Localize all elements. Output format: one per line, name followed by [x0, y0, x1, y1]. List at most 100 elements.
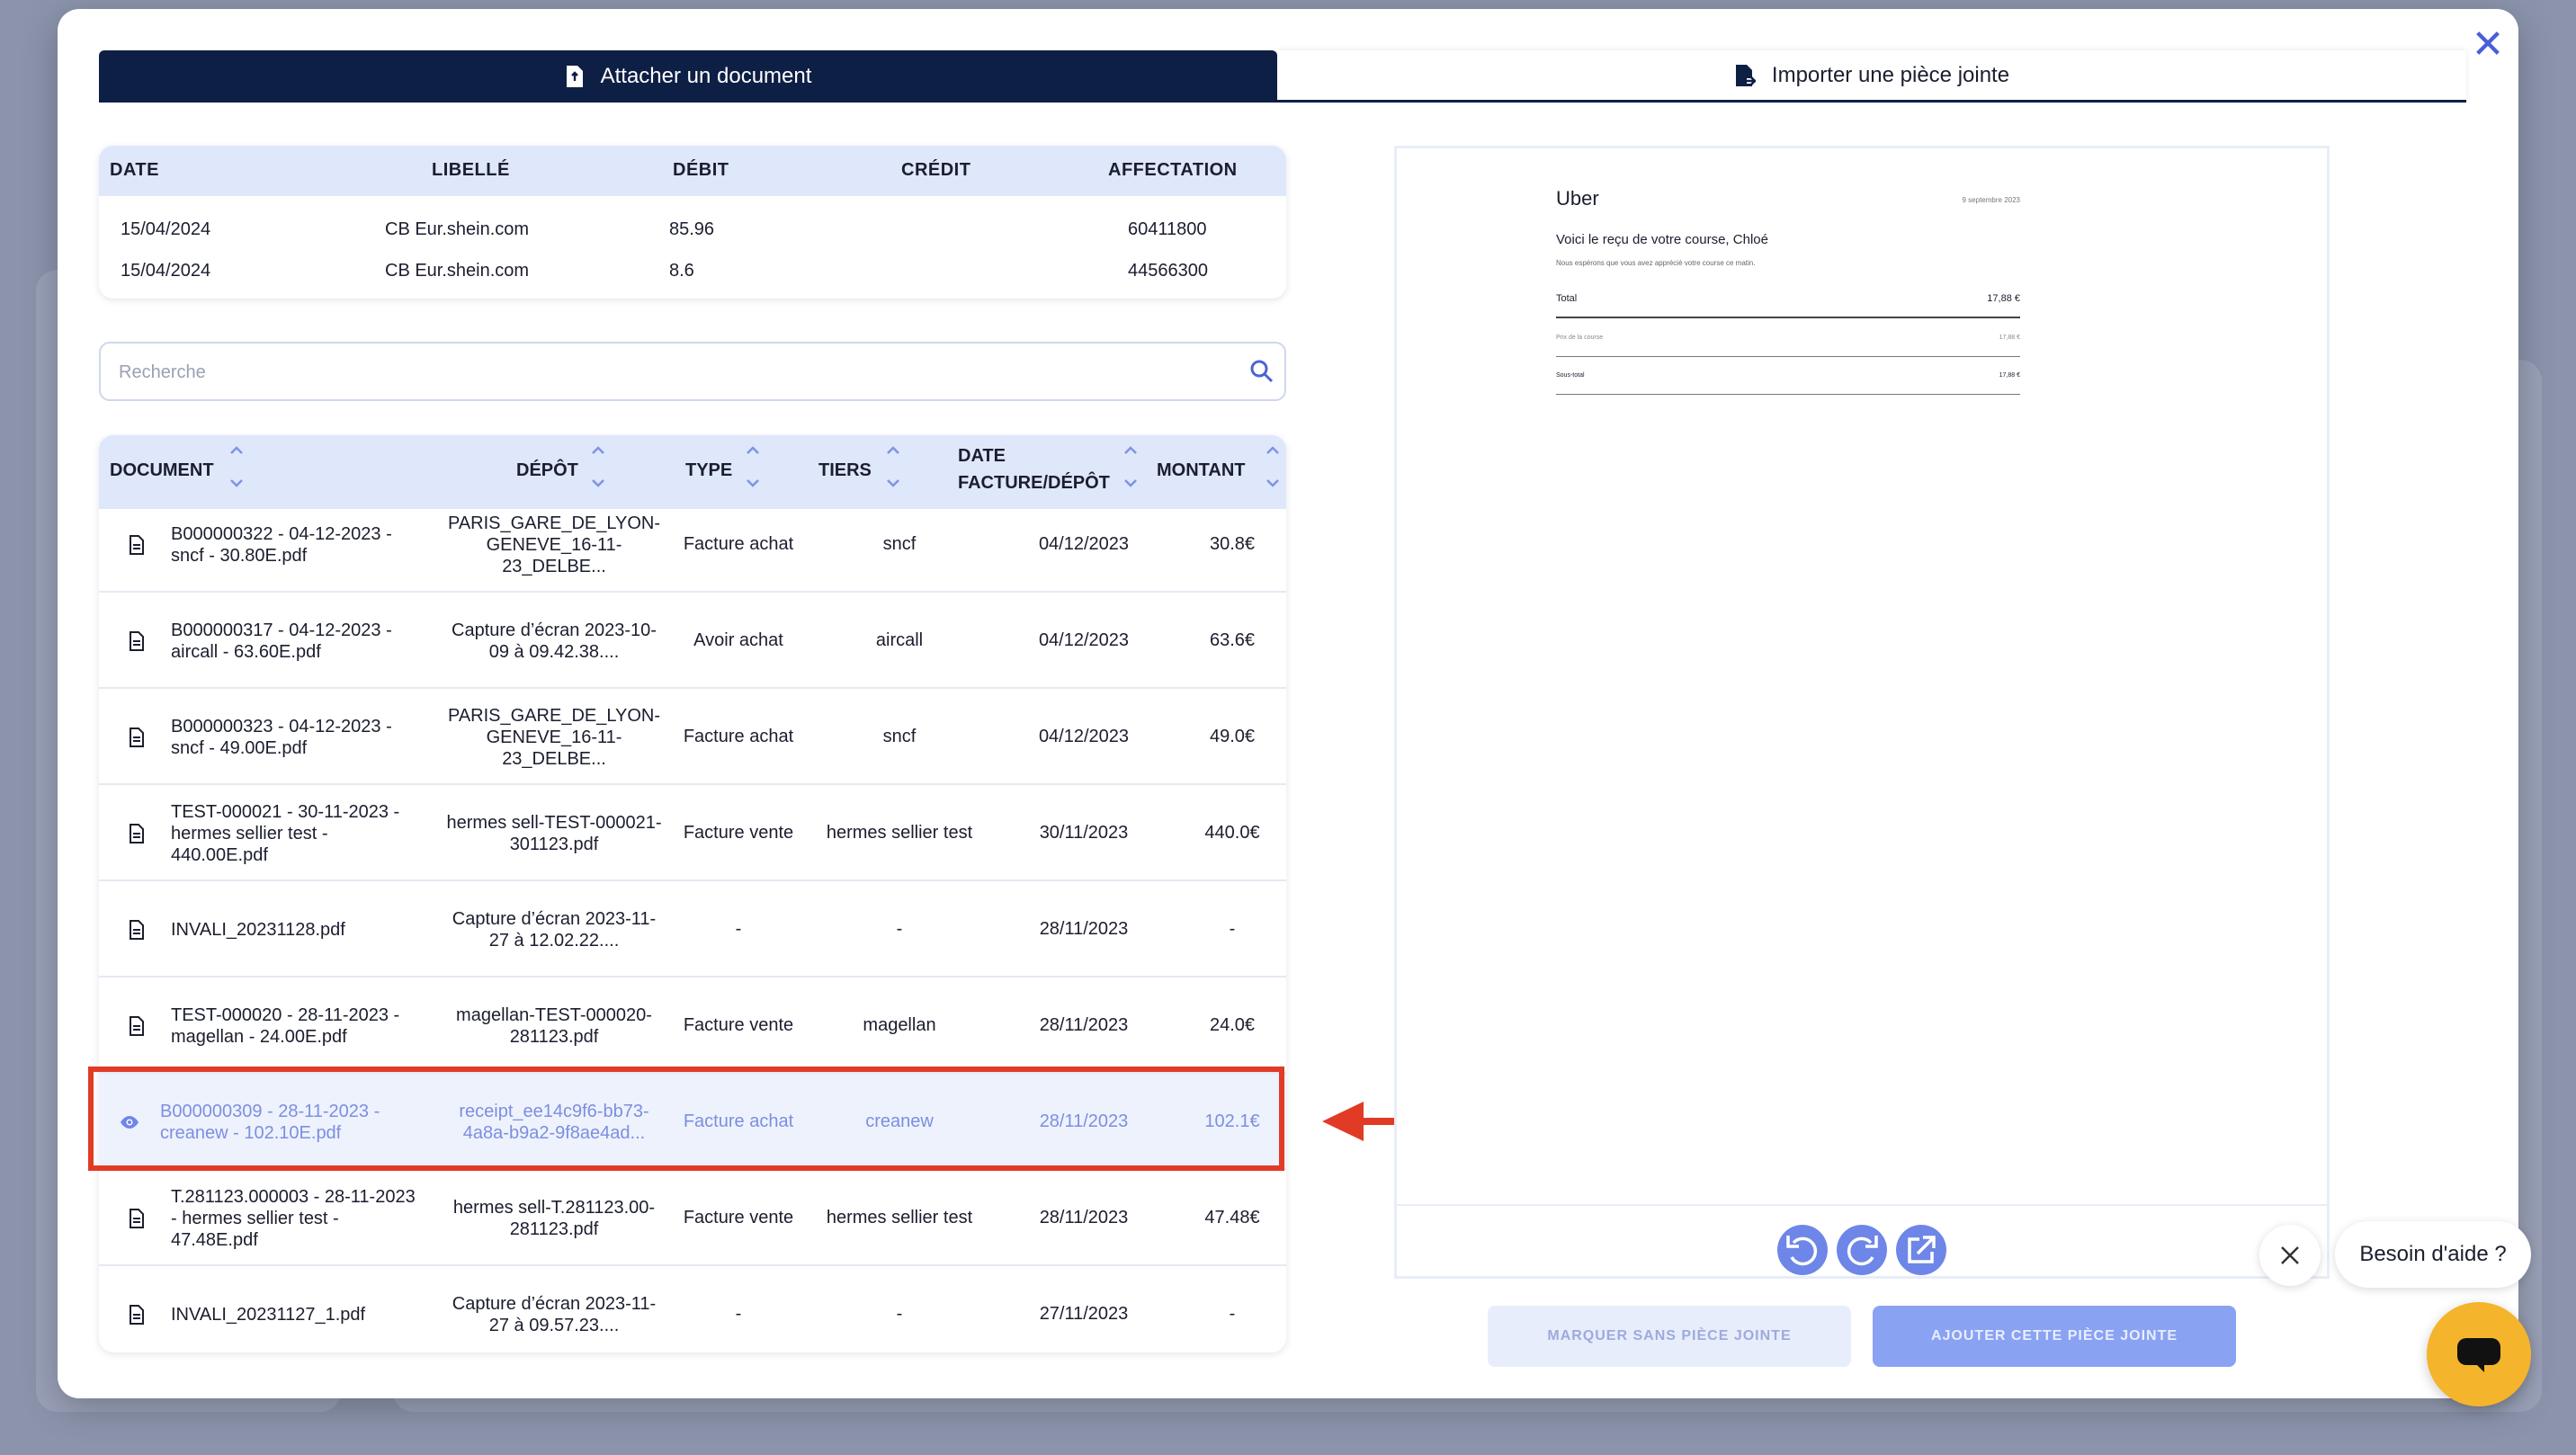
document-date: 04/12/2023: [1038, 630, 1130, 650]
transaction-table: DATE LIBELLÉ DÉBIT CRÉDIT AFFECTATION 15…: [99, 146, 1286, 299]
chat-button[interactable]: [2427, 1302, 2531, 1406]
sort-icon[interactable]: [885, 444, 901, 489]
document-name: T.281123.000003 - 28-11-2023 - hermes sel…: [171, 1186, 441, 1251]
document-type: Avoir achat: [693, 630, 783, 650]
selected-row-highlight: [88, 1067, 1284, 1171]
document-amount: 49.0€: [1209, 727, 1256, 746]
document-type: Facture vente: [683, 1208, 794, 1227]
document-icon: [130, 631, 144, 651]
mark-without-attachment-button[interactable]: MARQUER SANS PIÈCE JOINTE: [1488, 1306, 1851, 1367]
document-name-line: B000000317 - 04-12-2023 -: [171, 620, 392, 640]
depot-name-line: hermes sell-TEST-000021-: [446, 813, 662, 833]
receipt-line1-value: 17,88 €: [1999, 335, 2020, 341]
col-depot[interactable]: DÉPÔT: [516, 460, 578, 481]
document-name-line: 440.00E.pdf: [171, 845, 268, 865]
sort-icon[interactable]: [228, 444, 245, 489]
sort-icon[interactable]: [1265, 444, 1281, 489]
receipt-title: Voici le reçu de votre course, Chloé: [1556, 232, 1768, 247]
depot-name: magellan-TEST-000020- 281123.pdf: [437, 1004, 671, 1048]
document-name-line: hermes sellier test -: [171, 824, 328, 844]
rotate-left-button[interactable]: [1777, 1225, 1828, 1275]
col-date-line2[interactable]: FACTURE/DÉPÔT: [958, 473, 1110, 494]
rotate-right-button[interactable]: [1837, 1225, 1887, 1275]
tab-attach-label: Attacher un document: [600, 64, 812, 88]
sort-icon[interactable]: [590, 444, 606, 489]
document-amount: -: [1229, 1304, 1236, 1324]
tx-debit: 85.96: [669, 219, 715, 239]
document-icon: [130, 728, 144, 747]
col-montant[interactable]: MONTANT: [1157, 460, 1246, 481]
document-date: 30/11/2023: [1039, 823, 1129, 843]
receipt-total-value: 17,88 €: [1987, 293, 2020, 304]
document-tiers: sncf: [882, 534, 917, 554]
document-amount: 440.0€: [1204, 823, 1260, 843]
table-row[interactable]: TEST-000021 - 30-11-2023 - hermes sellier…: [99, 785, 1286, 881]
table-row[interactable]: TEST-000020 - 28-11-2023 - magellan - 24.…: [99, 977, 1286, 1074]
search-input[interactable]: [117, 354, 1200, 390]
col-affectation: AFFECTATION: [1108, 160, 1238, 180]
col-document[interactable]: DOCUMENT: [110, 460, 214, 481]
depot-name-line: 27 à 12.02.22....: [488, 931, 620, 951]
document-type: -: [735, 1304, 742, 1324]
add-attachment-button[interactable]: AJOUTER CETTE PIÈCE JOINTE: [1873, 1306, 2236, 1367]
table-row[interactable]: INVALI_20231127_1.pdf Capture d’écran 202…: [99, 1266, 1286, 1352]
col-type[interactable]: TYPE: [685, 460, 732, 481]
col-tiers[interactable]: TIERS: [818, 460, 872, 481]
document-tiers: -: [896, 919, 903, 939]
tx-date: 15/04/2024: [121, 261, 211, 281]
documents-table: DOCUMENT DÉPÔT TYPE TIERS DATE FACTURE/D…: [99, 435, 1286, 1352]
document-tiers: aircall: [875, 630, 924, 650]
document-amount: 63.6€: [1209, 630, 1256, 650]
document-tiers: sncf: [882, 727, 917, 746]
document-date: 27/11/2023: [1039, 1304, 1129, 1324]
help-bubble[interactable]: Besoin d'aide ?: [2335, 1221, 2531, 1288]
tab-attach-document[interactable]: Attacher un document: [99, 50, 1277, 103]
table-row[interactable]: T.281123.000003 - 28-11-2023 - hermes sel…: [99, 1170, 1286, 1266]
help-close-button[interactable]: [2259, 1225, 2321, 1286]
sort-icon[interactable]: [745, 444, 761, 489]
document-name: B000000322 - 04-12-2023 - sncf - 30.80E.p…: [171, 523, 441, 567]
document-tiers: magellan: [863, 1015, 936, 1035]
table-row[interactable]: B000000323 - 04-12-2023 - sncf - 49.00E.p…: [99, 689, 1286, 785]
document-name: TEST-000020 - 28-11-2023 - magellan - 24.…: [171, 1004, 441, 1048]
table-row[interactable]: INVALI_20231128.pdf Capture d’écran 2023-…: [99, 881, 1286, 977]
file-import-icon: [1735, 64, 1756, 86]
table-row[interactable]: B000000322 - 04-12-2023 - sncf - 30.80E.p…: [99, 496, 1286, 593]
receipt-date: 9 septembre 2023: [1962, 196, 2021, 204]
depot-name-line: 09 à 09.42.38....: [488, 642, 620, 662]
receipt-rule: [1556, 356, 2020, 357]
document-amount: 24.0€: [1209, 1015, 1256, 1035]
document-name-line: TEST-000020 - 28-11-2023 -: [171, 1005, 400, 1025]
depot-name-line: magellan-TEST-000020-: [456, 1005, 652, 1025]
document-icon: [130, 1209, 144, 1228]
depot-name-line: 27 à 09.57.23....: [488, 1316, 620, 1335]
tab-import-attachment[interactable]: Importer une pièce jointe: [1277, 50, 2466, 103]
file-attach-icon: [566, 66, 583, 87]
tx-debit: 8.6: [669, 261, 694, 281]
col-date-line1[interactable]: DATE: [958, 446, 1006, 467]
chat-icon: [2457, 1338, 2500, 1372]
depot-name-line: GENEVE_16-11-: [486, 728, 622, 747]
document-tiers: hermes sellier test: [826, 823, 973, 843]
document-type: Facture vente: [683, 1015, 794, 1035]
depot-name-line: PARIS_GARE_DE_LYON-: [447, 513, 660, 533]
document-icon: [130, 1305, 144, 1325]
close-icon[interactable]: ✕: [2470, 25, 2506, 65]
depot-name-line: 23_DELBE...: [502, 749, 606, 769]
document-tiers: -: [896, 1304, 903, 1324]
receipt-line2-label: Sous-total: [1556, 372, 1585, 379]
table-row[interactable]: B000000317 - 04-12-2023 - aircall - 63.60…: [99, 593, 1286, 689]
search-icon[interactable]: [1248, 358, 1275, 385]
rotate-right-icon: [1847, 1236, 1878, 1266]
open-external-button[interactable]: [1896, 1225, 1946, 1275]
tx-date: 15/04/2024: [121, 219, 211, 239]
col-debit: DÉBIT: [673, 160, 729, 180]
document-name-line: INVALI_20231127_1.pdf: [171, 1305, 366, 1325]
depot-name: Capture d’écran 2023-11- 27 à 12.02.22...…: [437, 908, 671, 951]
depot-name-line: Capture d’écran 2023-11-: [452, 1294, 657, 1314]
document-name: B000000323 - 04-12-2023 - sncf - 49.00E.p…: [171, 716, 441, 759]
document-name-line: sncf - 49.00E.pdf: [171, 738, 308, 758]
sort-icon[interactable]: [1123, 444, 1139, 489]
depot-name: Capture d’écran 2023-10- 09 à 09.42.38...…: [437, 620, 671, 663]
document-date: 28/11/2023: [1039, 919, 1129, 939]
